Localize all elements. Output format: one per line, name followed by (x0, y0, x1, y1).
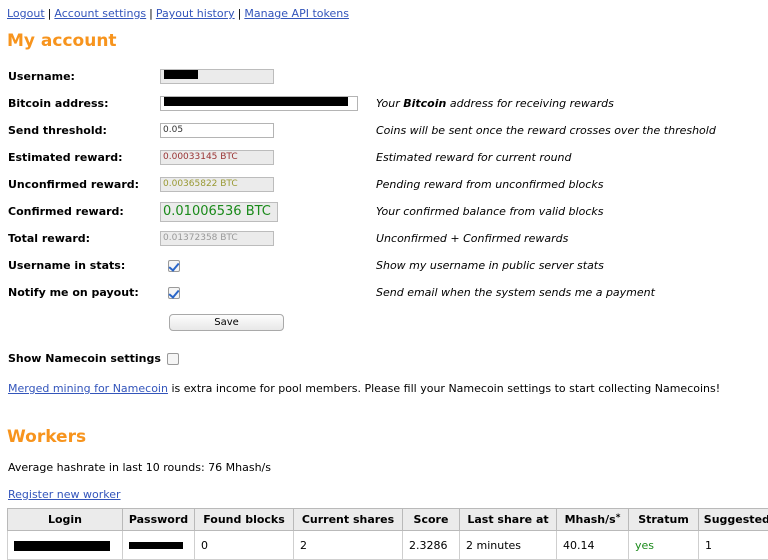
confirmed-reward-value: 0.01006536 BTC (160, 202, 278, 222)
description-estimated-reward: Estimated reward for current round (358, 144, 716, 171)
cell-score: 2.3286 (403, 531, 460, 560)
column-header-mhash[interactable]: Mhash/s* (557, 509, 629, 531)
form-row-unconfirmed-reward: Unconfirmed reward: 0.00365822 BTC Pendi… (7, 171, 716, 198)
column-header-last-share-at[interactable]: Last share at (460, 509, 557, 531)
field-cell-username (160, 63, 358, 90)
column-header-mhash-label: Mhash/s (565, 513, 616, 526)
column-header-found-blocks[interactable]: Found blocks (195, 509, 294, 531)
cell-found-blocks: 0 (195, 531, 294, 560)
average-hashrate-text: Average hashrate in last 10 rounds: 76 M… (7, 461, 768, 474)
nav-link-account-settings[interactable]: Account settings (54, 7, 146, 20)
label-unconfirmed-reward: Unconfirmed reward: (7, 171, 160, 198)
register-new-worker-row: Register new worker (7, 488, 121, 501)
form-row-confirmed-reward: Confirmed reward: 0.01006536 BTC Your co… (7, 198, 716, 225)
nav-link-logout[interactable]: Logout (7, 7, 45, 20)
field-cell-bitcoin-address (160, 90, 358, 117)
column-header-suggested-difficulty[interactable]: Suggested difficulty (699, 509, 768, 531)
form-row-username: Username: (7, 63, 716, 90)
field-cell-estimated-reward: 0.00033145 BTC (160, 144, 358, 171)
namecoin-note-text: is extra income for pool members. Please… (168, 382, 720, 395)
total-reward-value: 0.01372358 BTC (160, 231, 274, 246)
nav-separator-3: | (235, 7, 245, 20)
label-bitcoin-address: Bitcoin address: (7, 90, 160, 117)
namecoin-toggle-label: Show Namecoin settings (8, 352, 161, 365)
label-username-in-stats: Username in stats: (7, 252, 160, 279)
label-username: Username: (7, 63, 160, 90)
cell-last-share-at: 2 minutes (460, 531, 557, 560)
cell-current-shares: 2 (294, 531, 403, 560)
form-row-notify-on-payout: Notify me on payout: Send email when the… (7, 279, 716, 306)
cell-stratum: yes (629, 531, 699, 560)
field-cell-confirmed-reward: 0.01006536 BTC (160, 198, 358, 225)
save-button-cell: Save (160, 306, 716, 333)
form-row-username-in-stats: Username in stats: Show my username in p… (7, 252, 716, 279)
form-row-total-reward: Total reward: 0.01372358 BTC Unconfirmed… (7, 225, 716, 252)
table-header-row: Login Password Found blocks Current shar… (8, 509, 768, 531)
form-row-estimated-reward: Estimated reward: 0.00033145 BTC Estimat… (7, 144, 716, 171)
footnote-marker-icon: * (616, 513, 621, 523)
merged-mining-link[interactable]: Merged mining for Namecoin (8, 382, 168, 395)
form-row-save: Save (7, 306, 716, 333)
namecoin-settings-checkbox[interactable] (167, 353, 179, 365)
label-total-reward: Total reward: (7, 225, 160, 252)
table-row: 0 2 2.3286 2 minutes 40.14 yes 1 Edit|De… (8, 531, 768, 560)
column-header-password[interactable]: Password (123, 509, 195, 531)
nav-separator-1: | (45, 7, 55, 20)
save-row-spacer (7, 306, 160, 333)
notify-on-payout-checkbox[interactable] (168, 287, 180, 299)
username-in-stats-checkbox[interactable] (168, 260, 180, 272)
register-new-worker-link[interactable]: Register new worker (8, 488, 121, 501)
send-threshold-input[interactable]: 0.05 (160, 123, 274, 138)
description-bitcoin-address: Your Bitcoin address for receiving rewar… (358, 90, 716, 117)
column-header-login[interactable]: Login (8, 509, 123, 531)
namecoin-toggle-row: Show Namecoin settings (7, 352, 768, 365)
bitcoin-address-input[interactable] (160, 96, 358, 111)
estimated-reward-value: 0.00033145 BTC (160, 150, 274, 165)
cell-password (123, 531, 195, 560)
redaction-bar-username (164, 70, 198, 79)
cell-login (8, 531, 123, 560)
description-username (358, 63, 716, 90)
field-cell-username-in-stats (160, 252, 358, 279)
column-header-stratum[interactable]: Stratum (629, 509, 699, 531)
page-root: Logout|Account settings|Payout history|M… (0, 0, 768, 560)
description-send-threshold: Coins will be sent once the reward cross… (358, 117, 716, 144)
field-cell-notify-on-payout (160, 279, 358, 306)
label-send-threshold: Send threshold: (7, 117, 160, 144)
redaction-bar-bitcoin-address (164, 97, 348, 106)
username-input[interactable] (160, 69, 274, 84)
nav-link-payout-history[interactable]: Payout history (156, 7, 235, 20)
namecoin-note: Merged mining for Namecoin is extra inco… (7, 382, 768, 395)
field-cell-total-reward: 0.01372358 BTC (160, 225, 358, 252)
field-cell-unconfirmed-reward: 0.00365822 BTC (160, 171, 358, 198)
description-unconfirmed-reward: Pending reward from unconfirmed blocks (358, 171, 716, 198)
cell-suggested-difficulty: 1 (699, 531, 768, 560)
column-header-current-shares[interactable]: Current shares (294, 509, 403, 531)
description-bold-bitcoin: Bitcoin (403, 97, 446, 110)
description-username-in-stats: Show my username in public server stats (358, 252, 716, 279)
label-estimated-reward: Estimated reward: (7, 144, 160, 171)
form-row-send-threshold: Send threshold: 0.05 Coins will be sent … (7, 117, 716, 144)
description-total-reward: Unconfirmed + Confirmed rewards (358, 225, 716, 252)
page-title: My account (7, 31, 768, 51)
account-form: Username: Bitcoin address: Your Bitcoin … (7, 63, 716, 333)
cell-mhash: 40.14 (557, 531, 629, 560)
top-navigation: Logout|Account settings|Payout history|M… (7, 7, 768, 21)
workers-table: Login Password Found blocks Current shar… (7, 508, 768, 560)
workers-section: Workers Average hashrate in last 10 roun… (7, 427, 768, 560)
save-button[interactable]: Save (169, 314, 284, 331)
column-header-score[interactable]: Score (403, 509, 460, 531)
workers-title: Workers (7, 427, 768, 447)
nav-separator-2: | (146, 7, 156, 20)
nav-link-manage-api-tokens[interactable]: Manage API tokens (244, 7, 349, 20)
form-row-bitcoin-address: Bitcoin address: Your Bitcoin address fo… (7, 90, 716, 117)
description-confirmed-reward: Your confirmed balance from valid blocks (358, 198, 716, 225)
unconfirmed-reward-value: 0.00365822 BTC (160, 177, 274, 192)
field-cell-send-threshold: 0.05 (160, 117, 358, 144)
label-confirmed-reward: Confirmed reward: (7, 198, 160, 225)
description-notify-on-payout: Send email when the system sends me a pa… (358, 279, 716, 306)
label-notify-on-payout: Notify me on payout: (7, 279, 160, 306)
